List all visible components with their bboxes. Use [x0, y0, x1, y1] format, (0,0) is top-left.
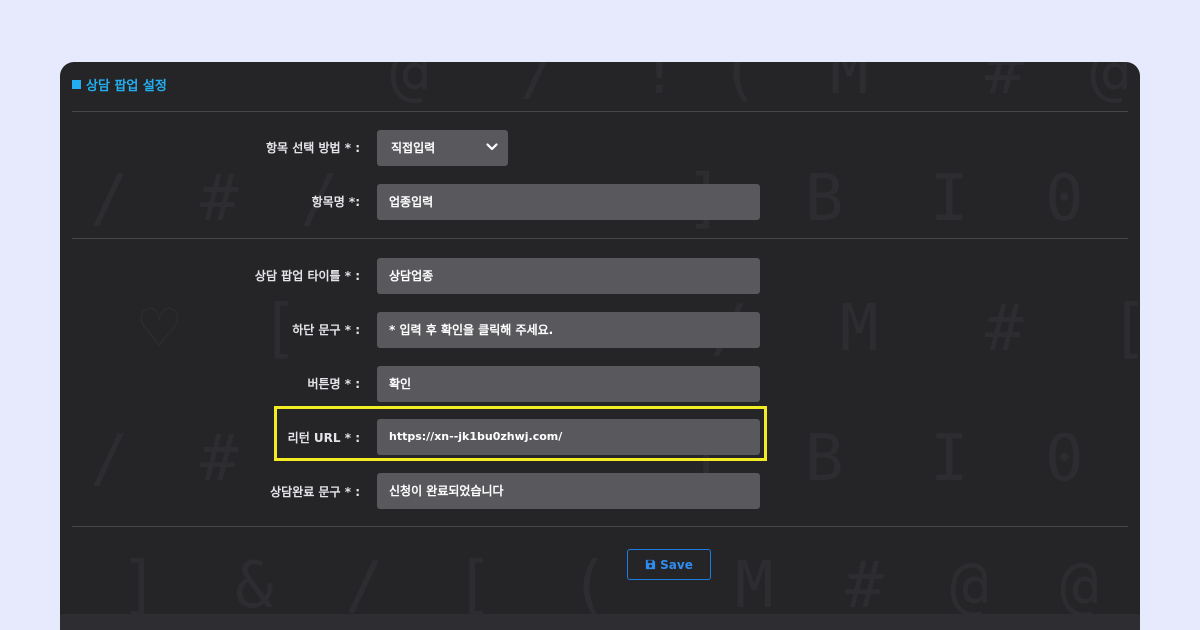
- chevron-down-icon: [486, 143, 498, 151]
- button-name-input[interactable]: 확인: [377, 366, 760, 402]
- complete-text-input[interactable]: 신청이 완료되었습니다: [377, 473, 760, 509]
- bg-glyph: M: [830, 62, 869, 109]
- floppy-disk-icon: [646, 559, 656, 570]
- save-button-label: Save: [660, 557, 693, 572]
- footer-text-label: 하단 문구 * :: [292, 323, 360, 337]
- divider: [72, 238, 1128, 239]
- bg-glyph: @: [950, 549, 989, 623]
- bg-glyph: B: [805, 162, 844, 236]
- section-header: 상담 팝업 설정: [72, 75, 167, 94]
- bg-glyph: [: [1110, 297, 1140, 361]
- section-title: 상담 팝업 설정: [86, 79, 167, 94]
- popup-title-label: 상담 팝업 타이틀 * :: [254, 269, 360, 283]
- bg-glyph: ♡: [140, 292, 179, 366]
- bg-glyph: @: [1090, 62, 1129, 109]
- bg-glyph: B: [805, 422, 844, 496]
- bg-glyph: (: [720, 62, 759, 109]
- bg-glyph: I: [930, 422, 969, 496]
- return-url-label: 리턴 URL * :: [287, 431, 360, 445]
- bg-glyph: /: [520, 62, 559, 109]
- popup-title-input[interactable]: 상담업종: [377, 258, 760, 294]
- bg-glyph: !: [640, 62, 679, 109]
- bg-glyph: ]: [120, 549, 159, 623]
- item-method-value: 직접입력: [391, 141, 436, 155]
- bg-glyph: #: [200, 162, 239, 236]
- bg-glyph: /: [90, 162, 129, 236]
- bg-glyph: 0: [1045, 162, 1084, 236]
- bg-glyph: /: [345, 549, 384, 623]
- button-name-label: 버튼명 * :: [307, 377, 360, 391]
- bg-glyph: @: [390, 62, 429, 109]
- return-url-input[interactable]: https://xn--jk1bu0zhwj.com/: [377, 419, 760, 455]
- footer-strip: [60, 614, 1140, 630]
- bg-glyph: /: [90, 422, 129, 496]
- bg-glyph: M: [840, 292, 879, 366]
- settings-panel: @ / ! ( M # @ / # / ] B I 0 ♡ [ / M # [ …: [60, 62, 1140, 630]
- bg-glyph: #: [200, 422, 239, 496]
- divider: [72, 526, 1128, 527]
- save-button[interactable]: Save: [627, 549, 711, 580]
- footer-text-input[interactable]: * 입력 후 확인을 클릭해 주세요.: [377, 312, 760, 348]
- bg-glyph: (: [570, 549, 609, 623]
- item-method-label: 항목 선택 방법 * :: [265, 141, 360, 155]
- bg-glyph: 0: [1045, 422, 1084, 496]
- bg-glyph: @: [1060, 549, 1099, 623]
- bg-glyph: #: [985, 62, 1024, 109]
- item-method-select[interactable]: 직접입력: [377, 130, 508, 166]
- bg-glyph: #: [845, 549, 884, 623]
- bg-glyph: #: [985, 292, 1024, 366]
- item-name-label: 항목명 *:: [311, 195, 360, 209]
- square-icon: [72, 80, 81, 89]
- bg-glyph: &: [235, 549, 274, 623]
- bg-glyph: [: [455, 549, 494, 623]
- bg-glyph: I: [930, 162, 969, 236]
- divider: [72, 111, 1128, 112]
- bg-glyph: M: [735, 549, 774, 623]
- item-name-input[interactable]: 업종입력: [377, 184, 760, 220]
- complete-text-label: 상담완료 문구 * :: [270, 485, 360, 499]
